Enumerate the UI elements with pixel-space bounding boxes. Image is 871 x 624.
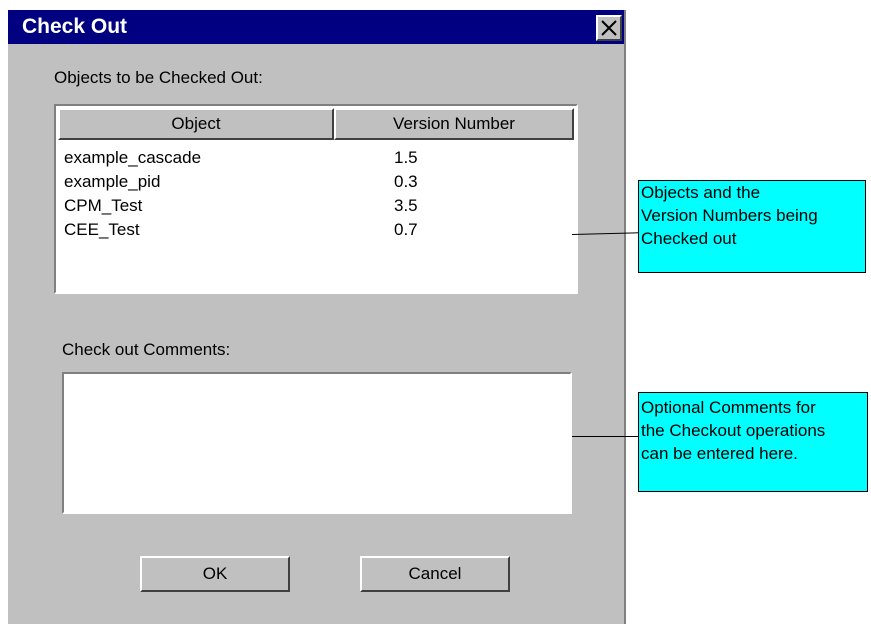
callout-line: Version Numbers being xyxy=(641,206,818,225)
title-bar: Check Out xyxy=(8,10,624,44)
list-item[interactable]: example_pid 0.3 xyxy=(64,172,544,196)
comments-label: Check out Comments: xyxy=(62,340,231,359)
objects-label: Objects to be Checked Out: xyxy=(54,68,263,87)
close-icon xyxy=(601,20,617,36)
objects-listbox[interactable]: Object Version Number example_cascade 1.… xyxy=(54,104,578,294)
version-number: 1.5 xyxy=(394,148,418,167)
callout-line: the Checkout operations xyxy=(641,421,826,440)
comments-callout: Optional Comments for the Checkout opera… xyxy=(638,392,868,492)
column-header-version[interactable]: Version Number xyxy=(334,108,574,140)
dialog-title: Check Out xyxy=(22,15,128,38)
object-name: example_pid xyxy=(64,172,161,191)
list-item[interactable]: CEE_Test 0.7 xyxy=(64,220,544,244)
version-number: 0.7 xyxy=(394,220,418,239)
comments-callout-connector xyxy=(572,436,638,437)
callout-line: Objects and the xyxy=(641,183,761,202)
column-header-object[interactable]: Object xyxy=(58,108,334,140)
list-item[interactable]: example_cascade 1.5 xyxy=(64,148,544,172)
ok-button[interactable]: OK xyxy=(140,556,290,592)
object-name: CPM_Test xyxy=(64,196,143,215)
comments-textarea[interactable] xyxy=(62,372,572,514)
version-number: 0.3 xyxy=(394,172,418,191)
callout-line: Checked out xyxy=(641,229,737,248)
object-name: CEE_Test xyxy=(64,220,140,239)
callout-line: Optional Comments for xyxy=(641,398,816,417)
object-name: example_cascade xyxy=(64,148,202,167)
check-out-dialog: Check Out Objects to be Checked Out: Obj… xyxy=(8,10,626,624)
cancel-button[interactable]: Cancel xyxy=(360,556,510,592)
version-number: 3.5 xyxy=(394,196,418,215)
list-item[interactable]: CPM_Test 3.5 xyxy=(64,196,544,220)
callout-line: can be entered here. xyxy=(641,444,798,463)
close-button[interactable] xyxy=(596,15,622,41)
objects-callout: Objects and the Version Numbers being Ch… xyxy=(638,180,866,273)
